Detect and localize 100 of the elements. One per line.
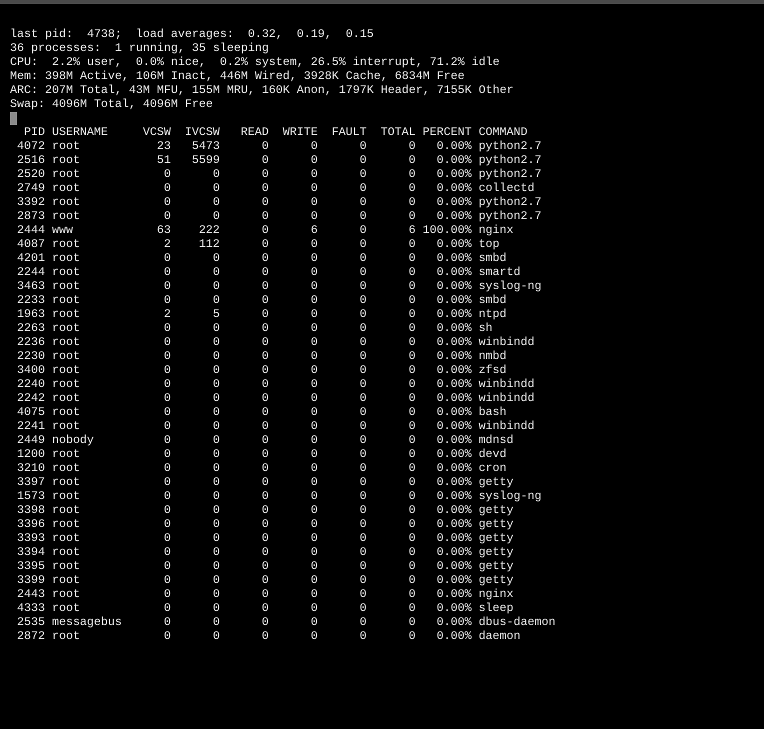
table-cell: 1200 — [16, 447, 45, 461]
table-cell: 0 — [262, 209, 269, 223]
table-cell: 0 — [212, 489, 220, 503]
table-cell: 0 — [164, 503, 171, 517]
table-cell: 0 — [408, 377, 416, 391]
table-cell-text: nginx — [478, 223, 514, 237]
table-cell-text: root — [50, 475, 80, 489]
summary-line: Mem: 398M Active, 106M Inact, 446M Wired, 3928K Cache, 6834M Free — [10, 69, 465, 83]
table-cell: 0 — [164, 517, 171, 531]
table-cell: 3397 — [16, 475, 45, 489]
table-cell-text: www — [50, 223, 73, 237]
table-cell: 0 — [408, 433, 416, 447]
table-cell: 0 — [212, 293, 220, 307]
table-cell: 0 — [408, 321, 416, 335]
table-cell: 0 — [360, 265, 367, 279]
table-cell: 0 — [310, 629, 318, 643]
table-cell-text: collectd — [478, 181, 535, 195]
table-cell: 0 — [262, 517, 269, 531]
column-header: IVCSW — [184, 125, 220, 139]
table-cell: 3396 — [16, 517, 45, 531]
table-cell: 0 — [310, 475, 318, 489]
table-cell: 0 — [212, 559, 220, 573]
table-cell: 4072 — [16, 139, 45, 153]
table-cell: 5 — [212, 307, 220, 321]
table-cell-text: root — [50, 167, 80, 181]
table-cell-text: root — [50, 195, 80, 209]
table-cell: 0 — [212, 209, 220, 223]
table-cell-text: root — [50, 279, 80, 293]
table-cell: 0 — [408, 587, 416, 601]
table-cell: 0 — [164, 195, 171, 209]
table-cell: 0 — [262, 433, 269, 447]
table-cell: 0 — [262, 545, 269, 559]
table-cell-text: root — [50, 517, 80, 531]
table-cell: 0 — [408, 615, 416, 629]
table-cell: 0 — [408, 601, 416, 615]
table-cell-text: zfsd — [478, 363, 507, 377]
table-cell: 0 — [408, 531, 416, 545]
table-cell: 0 — [360, 615, 367, 629]
table-cell: 0 — [310, 153, 318, 167]
table-cell: 0 — [360, 209, 367, 223]
table-cell-text: dbus-daemon — [478, 615, 556, 629]
table-cell: 0 — [262, 377, 269, 391]
table-cell: 0 — [360, 335, 367, 349]
table-cell: 0 — [360, 433, 367, 447]
table-cell: 0.00% — [436, 405, 472, 419]
table-cell-text: cron — [478, 461, 507, 475]
table-cell: 0 — [262, 237, 269, 251]
table-cell: 0 — [164, 489, 171, 503]
table-cell: 0 — [262, 629, 269, 643]
table-cell: 0 — [164, 251, 171, 265]
table-cell: 0 — [212, 251, 220, 265]
table-cell: 0 — [360, 517, 367, 531]
column-header: VCSW — [142, 125, 171, 139]
table-cell: 5473 — [192, 139, 220, 153]
table-cell: 3393 — [16, 531, 45, 545]
table-cell: 0 — [164, 167, 171, 181]
table-cell: 3463 — [16, 279, 45, 293]
table-cell: 0 — [164, 321, 171, 335]
table-cell: 0.00% — [436, 461, 472, 475]
table-cell-text: root — [50, 139, 80, 153]
table-cell: 0 — [310, 139, 318, 153]
table-cell: 0 — [262, 461, 269, 475]
table-cell: 222 — [198, 223, 220, 237]
table-cell: 0 — [360, 293, 367, 307]
table-cell: 0 — [212, 573, 220, 587]
table-cell: 0 — [360, 587, 367, 601]
table-cell-text: sh — [478, 321, 493, 335]
table-cell: 0.00% — [436, 279, 472, 293]
table-cell: 0 — [310, 419, 318, 433]
table-cell: 0 — [360, 629, 367, 643]
table-cell: 1963 — [16, 307, 45, 321]
table-cell: 0 — [212, 349, 220, 363]
table-cell: 0 — [212, 433, 220, 447]
table-cell: 3394 — [16, 545, 45, 559]
table-cell: 2242 — [16, 391, 45, 405]
table-cell-text: getty — [478, 531, 514, 545]
table-cell: 0 — [360, 377, 367, 391]
table-cell: 0 — [262, 363, 269, 377]
table-cell: 0 — [310, 349, 318, 363]
table-cell: 0 — [360, 321, 367, 335]
table-cell: 0 — [360, 447, 367, 461]
table-cell: 0 — [360, 531, 367, 545]
table-cell: 0 — [360, 181, 367, 195]
table-cell: 0 — [262, 405, 269, 419]
table-cell: 0 — [310, 601, 318, 615]
table-cell-text: python2.7 — [478, 209, 542, 223]
table-cell: 0 — [262, 195, 269, 209]
table-cell: 2444 — [16, 223, 45, 237]
table-cell: 0.00% — [436, 377, 472, 391]
table-cell: 2233 — [16, 293, 45, 307]
table-cell: 0 — [408, 167, 416, 181]
table-cell-text: root — [50, 573, 80, 587]
table-cell: 0 — [212, 503, 220, 517]
table-cell: 0 — [360, 573, 367, 587]
table-cell: 0 — [212, 461, 220, 475]
table-cell: 0 — [408, 349, 416, 363]
table-cell-text: nmbd — [478, 349, 507, 363]
table-cell: 0 — [262, 223, 269, 237]
table-cell: 0 — [212, 265, 220, 279]
table-cell-text: nobody — [50, 433, 94, 447]
